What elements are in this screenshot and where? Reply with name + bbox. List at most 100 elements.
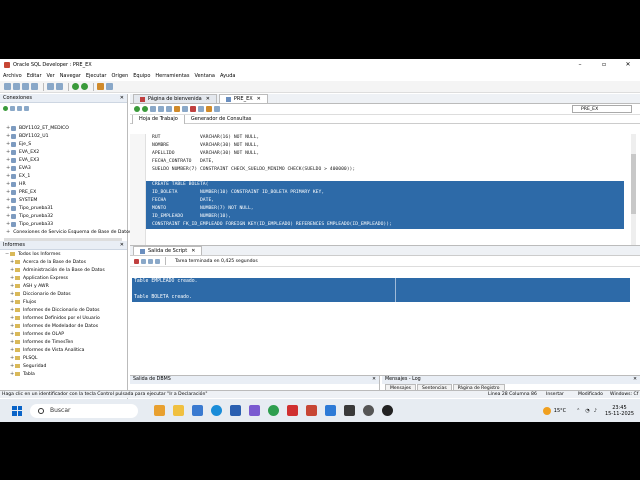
new-icon[interactable]	[4, 83, 11, 90]
vscode-icon[interactable]	[325, 405, 336, 416]
menu-herramientas[interactable]: Herramientas	[155, 73, 189, 79]
clear-icon[interactable]	[182, 106, 188, 112]
tab-worksheet[interactable]: Hoja de Trabajo	[132, 114, 185, 124]
redo-icon[interactable]	[56, 83, 63, 90]
maximize-button[interactable]: ▫	[592, 59, 616, 70]
tree-item[interactable]: + HR	[0, 180, 127, 188]
menu-archivo[interactable]: Archivo	[3, 73, 22, 79]
panel-close-icon[interactable]: ✕	[120, 94, 124, 103]
rollback-icon[interactable]	[158, 106, 164, 112]
tree-item[interactable]: + Tipo_prueba32	[0, 212, 127, 220]
back-icon[interactable]	[72, 83, 79, 90]
weather-widget[interactable]: 15°C	[542, 406, 566, 415]
commit-icon[interactable]	[150, 106, 156, 112]
forward-icon[interactable]	[81, 83, 88, 90]
minimize-button[interactable]: –	[568, 59, 592, 70]
panel-close-icon[interactable]: ✕	[120, 241, 124, 250]
close-tab-icon[interactable]: ✕	[191, 247, 195, 256]
teams-icon[interactable]	[249, 405, 260, 416]
undo-icon[interactable]	[47, 83, 54, 90]
run-statement-icon[interactable]	[134, 106, 140, 112]
report-item[interactable]: + Tabla	[0, 370, 127, 378]
menu-editar[interactable]: Editar	[27, 73, 42, 79]
menu-equipo[interactable]: Equipo	[133, 73, 150, 79]
schema-browser-icon[interactable]	[24, 105, 29, 111]
tab-pre-ex[interactable]: PRE_EX ✕	[218, 94, 268, 104]
edge-icon[interactable]	[211, 405, 222, 416]
scrollbar-thumb[interactable]	[631, 154, 636, 214]
widgets-icon[interactable]	[154, 405, 165, 416]
tree-item[interactable]: + EVA_EX2	[0, 148, 127, 156]
clock[interactable]: 23:45 15-11-2025	[605, 405, 634, 417]
report-item[interactable]: + Administración de la Base de Datos	[0, 266, 127, 274]
chrome-icon[interactable]	[268, 405, 279, 416]
tree-item[interactable]: + BDY1102_ET_MEDICO	[0, 124, 127, 132]
volume-icon[interactable]: ♪	[594, 408, 597, 414]
tree-item[interactable]: + EVA3	[0, 164, 127, 172]
windows-start-icon[interactable]	[12, 405, 22, 416]
edit-icon[interactable]	[141, 258, 146, 264]
tree-item[interactable]: + Eje_S	[0, 140, 127, 148]
report-item[interactable]: + Seguridad	[0, 362, 127, 370]
report-item[interactable]: + Application Express	[0, 274, 127, 282]
sqldeveloper-taskbar-icon[interactable]	[306, 405, 317, 416]
run-script-icon[interactable]	[142, 106, 148, 112]
acrobat-icon[interactable]	[287, 405, 298, 416]
tree-item[interactable]: + EVA_EX3	[0, 156, 127, 164]
tree-item[interactable]: + Tipo_prueba33	[0, 220, 127, 228]
tree-item[interactable]: + Conexiones de Servicio Esquema de Base …	[0, 228, 131, 236]
tree-item[interactable]: + EX_1	[0, 172, 127, 180]
close-tab-icon[interactable]: ✕	[257, 95, 261, 104]
store-icon[interactable]	[192, 405, 203, 416]
terminal-icon[interactable]	[344, 405, 355, 416]
menu-origen[interactable]: Origen	[111, 73, 128, 79]
menu-ayuda[interactable]: Ayuda	[220, 73, 235, 79]
sql-tuning-icon[interactable]	[190, 106, 196, 112]
tree-item[interactable]: + Tipo_prueba31	[0, 204, 127, 212]
taskbar-search[interactable]: Buscar	[30, 403, 138, 418]
report-item[interactable]: + ASH y AWR	[0, 282, 127, 290]
refresh-icon[interactable]	[10, 105, 15, 111]
pin-icon[interactable]	[134, 258, 139, 264]
filter-icon[interactable]	[17, 105, 22, 111]
save-icon[interactable]	[22, 83, 29, 90]
output-text[interactable]: Table EMPLEADO creado. Table BOLETA crea…	[132, 278, 630, 302]
wifi-icon[interactable]: ◔	[585, 408, 589, 414]
menu-ejecutar[interactable]: Ejecutar	[86, 73, 107, 79]
connection-selector[interactable]: PRE_EX	[572, 105, 632, 113]
outlook-icon[interactable]	[230, 405, 241, 416]
tree-item[interactable]: + PRE_EX	[0, 188, 127, 196]
report-item[interactable]: + Informes Definidos por el Usuario	[0, 314, 127, 322]
explain-plan-icon[interactable]	[166, 106, 172, 112]
tab-welcome-page[interactable]: Página de bienvenida ✕	[133, 94, 217, 103]
report-item[interactable]: + Informes de TimesTen	[0, 338, 127, 346]
report-item[interactable]: + PLSQL	[0, 354, 127, 362]
report-item[interactable]: + Acerca de la Base de Datos	[0, 258, 127, 266]
report-item[interactable]: + Informes de Modelador de Datos	[0, 322, 127, 330]
panel-close-icon[interactable]: ✕	[633, 376, 637, 384]
report-item[interactable]: + Flujos	[0, 298, 127, 306]
media-player-icon[interactable]	[382, 405, 393, 416]
report-item[interactable]: + Informes de Diccionario de Datos	[0, 306, 127, 314]
file-explorer-icon[interactable]	[173, 405, 184, 416]
menu-navegar[interactable]: Navegar	[60, 73, 81, 79]
tab-script-output[interactable]: Salida de Script ✕	[133, 246, 203, 256]
eraser-icon[interactable]	[206, 106, 212, 112]
autotrace-icon[interactable]	[174, 106, 180, 112]
report-item[interactable]: + Informes de Vista Analítica	[0, 346, 127, 354]
sql-worksheet-icon[interactable]	[97, 83, 104, 90]
tree-item[interactable]: + BDY1102_U1	[0, 132, 127, 140]
history-icon[interactable]	[214, 106, 220, 112]
add-connection-icon[interactable]	[3, 105, 8, 111]
obs-icon[interactable]	[363, 405, 374, 416]
report-item[interactable]: + Informes de OLAP	[0, 330, 127, 338]
menu-ventana[interactable]: Ventana	[194, 73, 215, 79]
open-icon[interactable]	[13, 83, 20, 90]
print-icon[interactable]	[155, 258, 160, 264]
save-output-icon[interactable]	[148, 258, 153, 264]
report-item[interactable]: − Todos los Informes	[0, 250, 127, 258]
panel-close-icon[interactable]: ✕	[372, 376, 376, 384]
report-item[interactable]: + Diccionario de Datos	[0, 290, 127, 298]
close-tab-icon[interactable]: ✕	[206, 95, 210, 104]
save-all-icon[interactable]	[31, 83, 38, 90]
